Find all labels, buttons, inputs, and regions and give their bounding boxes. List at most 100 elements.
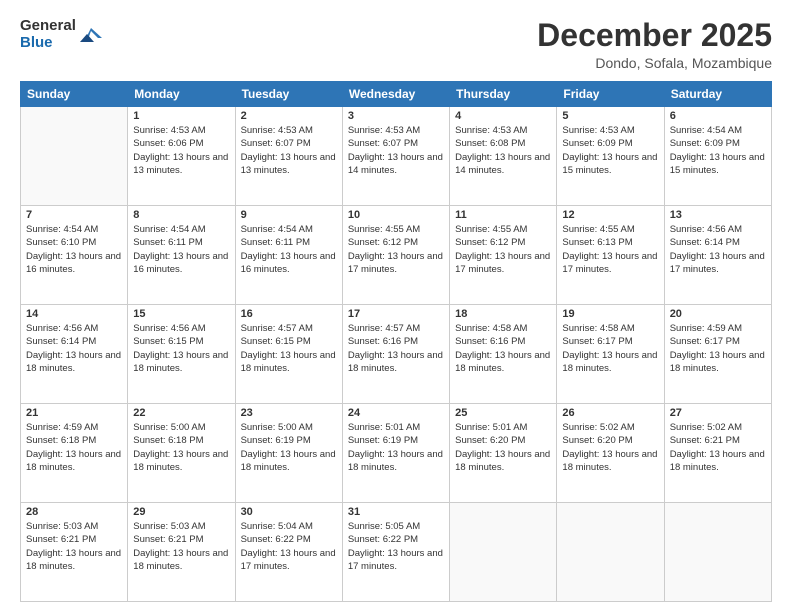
day-number: 21 bbox=[26, 407, 122, 419]
day-number: 29 bbox=[133, 506, 229, 518]
day-number: 18 bbox=[455, 308, 551, 320]
day-detail: Sunrise: 4:53 AMSunset: 6:07 PMDaylight:… bbox=[241, 125, 336, 176]
day-number: 12 bbox=[562, 209, 658, 221]
day-detail: Sunrise: 4:53 AMSunset: 6:06 PMDaylight:… bbox=[133, 125, 228, 176]
day-detail: Sunrise: 4:54 AMSunset: 6:10 PMDaylight:… bbox=[26, 224, 121, 275]
day-detail: Sunrise: 4:56 AMSunset: 6:14 PMDaylight:… bbox=[670, 224, 765, 275]
day-detail: Sunrise: 4:58 AMSunset: 6:16 PMDaylight:… bbox=[455, 323, 550, 374]
day-number: 5 bbox=[562, 110, 658, 122]
day-number: 8 bbox=[133, 209, 229, 221]
table-row: 21 Sunrise: 4:59 AMSunset: 6:18 PMDaylig… bbox=[21, 404, 128, 503]
day-detail: Sunrise: 5:04 AMSunset: 6:22 PMDaylight:… bbox=[241, 521, 336, 572]
day-number: 4 bbox=[455, 110, 551, 122]
table-row: 27 Sunrise: 5:02 AMSunset: 6:21 PMDaylig… bbox=[664, 404, 771, 503]
logo-blue-text: Blue bbox=[20, 35, 76, 52]
day-detail: Sunrise: 4:54 AMSunset: 6:11 PMDaylight:… bbox=[133, 224, 228, 275]
logo-general-text: General bbox=[20, 18, 76, 35]
day-detail: Sunrise: 4:59 AMSunset: 6:18 PMDaylight:… bbox=[26, 422, 121, 473]
day-number: 20 bbox=[670, 308, 766, 320]
day-number: 9 bbox=[241, 209, 337, 221]
page: General Blue December 2025 Dondo, Sofala… bbox=[0, 0, 792, 612]
header-sunday: Sunday bbox=[21, 82, 128, 107]
day-detail: Sunrise: 5:02 AMSunset: 6:20 PMDaylight:… bbox=[562, 422, 657, 473]
table-row: 14 Sunrise: 4:56 AMSunset: 6:14 PMDaylig… bbox=[21, 305, 128, 404]
table-row: 26 Sunrise: 5:02 AMSunset: 6:20 PMDaylig… bbox=[557, 404, 664, 503]
day-detail: Sunrise: 4:56 AMSunset: 6:15 PMDaylight:… bbox=[133, 323, 228, 374]
table-row: 20 Sunrise: 4:59 AMSunset: 6:17 PMDaylig… bbox=[664, 305, 771, 404]
table-row: 4 Sunrise: 4:53 AMSunset: 6:08 PMDayligh… bbox=[450, 107, 557, 206]
location-subtitle: Dondo, Sofala, Mozambique bbox=[537, 55, 772, 71]
day-detail: Sunrise: 4:54 AMSunset: 6:11 PMDaylight:… bbox=[241, 224, 336, 275]
day-detail: Sunrise: 5:03 AMSunset: 6:21 PMDaylight:… bbox=[133, 521, 228, 572]
day-detail: Sunrise: 4:59 AMSunset: 6:17 PMDaylight:… bbox=[670, 323, 765, 374]
day-detail: Sunrise: 5:01 AMSunset: 6:19 PMDaylight:… bbox=[348, 422, 443, 473]
table-row bbox=[450, 503, 557, 602]
table-row: 9 Sunrise: 4:54 AMSunset: 6:11 PMDayligh… bbox=[235, 206, 342, 305]
day-number: 7 bbox=[26, 209, 122, 221]
header-saturday: Saturday bbox=[664, 82, 771, 107]
table-row: 24 Sunrise: 5:01 AMSunset: 6:19 PMDaylig… bbox=[342, 404, 449, 503]
day-number: 28 bbox=[26, 506, 122, 518]
day-detail: Sunrise: 5:03 AMSunset: 6:21 PMDaylight:… bbox=[26, 521, 121, 572]
table-row: 18 Sunrise: 4:58 AMSunset: 6:16 PMDaylig… bbox=[450, 305, 557, 404]
day-detail: Sunrise: 5:05 AMSunset: 6:22 PMDaylight:… bbox=[348, 521, 443, 572]
day-number: 16 bbox=[241, 308, 337, 320]
header: General Blue December 2025 Dondo, Sofala… bbox=[20, 18, 772, 71]
table-row: 22 Sunrise: 5:00 AMSunset: 6:18 PMDaylig… bbox=[128, 404, 235, 503]
day-detail: Sunrise: 5:02 AMSunset: 6:21 PMDaylight:… bbox=[670, 422, 765, 473]
table-row: 12 Sunrise: 4:55 AMSunset: 6:13 PMDaylig… bbox=[557, 206, 664, 305]
table-row: 17 Sunrise: 4:57 AMSunset: 6:16 PMDaylig… bbox=[342, 305, 449, 404]
day-number: 31 bbox=[348, 506, 444, 518]
day-number: 13 bbox=[670, 209, 766, 221]
table-row: 6 Sunrise: 4:54 AMSunset: 6:09 PMDayligh… bbox=[664, 107, 771, 206]
table-row: 2 Sunrise: 4:53 AMSunset: 6:07 PMDayligh… bbox=[235, 107, 342, 206]
table-row bbox=[21, 107, 128, 206]
day-detail: Sunrise: 4:53 AMSunset: 6:09 PMDaylight:… bbox=[562, 125, 657, 176]
day-number: 15 bbox=[133, 308, 229, 320]
table-row: 19 Sunrise: 4:58 AMSunset: 6:17 PMDaylig… bbox=[557, 305, 664, 404]
header-monday: Monday bbox=[128, 82, 235, 107]
day-detail: Sunrise: 5:00 AMSunset: 6:18 PMDaylight:… bbox=[133, 422, 228, 473]
weekday-header-row: Sunday Monday Tuesday Wednesday Thursday… bbox=[21, 82, 772, 107]
day-number: 25 bbox=[455, 407, 551, 419]
table-row: 13 Sunrise: 4:56 AMSunset: 6:14 PMDaylig… bbox=[664, 206, 771, 305]
table-row: 16 Sunrise: 4:57 AMSunset: 6:15 PMDaylig… bbox=[235, 305, 342, 404]
day-number: 23 bbox=[241, 407, 337, 419]
table-row: 5 Sunrise: 4:53 AMSunset: 6:09 PMDayligh… bbox=[557, 107, 664, 206]
table-row: 28 Sunrise: 5:03 AMSunset: 6:21 PMDaylig… bbox=[21, 503, 128, 602]
day-detail: Sunrise: 4:57 AMSunset: 6:15 PMDaylight:… bbox=[241, 323, 336, 374]
day-detail: Sunrise: 4:55 AMSunset: 6:12 PMDaylight:… bbox=[348, 224, 443, 275]
calendar-row: 21 Sunrise: 4:59 AMSunset: 6:18 PMDaylig… bbox=[21, 404, 772, 503]
day-number: 30 bbox=[241, 506, 337, 518]
day-detail: Sunrise: 4:58 AMSunset: 6:17 PMDaylight:… bbox=[562, 323, 657, 374]
day-number: 26 bbox=[562, 407, 658, 419]
day-number: 1 bbox=[133, 110, 229, 122]
table-row: 7 Sunrise: 4:54 AMSunset: 6:10 PMDayligh… bbox=[21, 206, 128, 305]
table-row: 31 Sunrise: 5:05 AMSunset: 6:22 PMDaylig… bbox=[342, 503, 449, 602]
day-number: 14 bbox=[26, 308, 122, 320]
table-row: 25 Sunrise: 5:01 AMSunset: 6:20 PMDaylig… bbox=[450, 404, 557, 503]
day-detail: Sunrise: 4:54 AMSunset: 6:09 PMDaylight:… bbox=[670, 125, 765, 176]
header-thursday: Thursday bbox=[450, 82, 557, 107]
day-number: 10 bbox=[348, 209, 444, 221]
day-number: 27 bbox=[670, 407, 766, 419]
table-row: 10 Sunrise: 4:55 AMSunset: 6:12 PMDaylig… bbox=[342, 206, 449, 305]
month-title: December 2025 bbox=[537, 18, 772, 53]
header-friday: Friday bbox=[557, 82, 664, 107]
day-detail: Sunrise: 4:55 AMSunset: 6:13 PMDaylight:… bbox=[562, 224, 657, 275]
table-row: 3 Sunrise: 4:53 AMSunset: 6:07 PMDayligh… bbox=[342, 107, 449, 206]
calendar-table: Sunday Monday Tuesday Wednesday Thursday… bbox=[20, 81, 772, 602]
table-row: 23 Sunrise: 5:00 AMSunset: 6:19 PMDaylig… bbox=[235, 404, 342, 503]
table-row bbox=[664, 503, 771, 602]
day-detail: Sunrise: 4:53 AMSunset: 6:08 PMDaylight:… bbox=[455, 125, 550, 176]
day-number: 2 bbox=[241, 110, 337, 122]
table-row: 15 Sunrise: 4:56 AMSunset: 6:15 PMDaylig… bbox=[128, 305, 235, 404]
table-row: 1 Sunrise: 4:53 AMSunset: 6:06 PMDayligh… bbox=[128, 107, 235, 206]
table-row: 29 Sunrise: 5:03 AMSunset: 6:21 PMDaylig… bbox=[128, 503, 235, 602]
logo-icon bbox=[80, 24, 102, 46]
day-detail: Sunrise: 5:01 AMSunset: 6:20 PMDaylight:… bbox=[455, 422, 550, 473]
table-row: 11 Sunrise: 4:55 AMSunset: 6:12 PMDaylig… bbox=[450, 206, 557, 305]
calendar-row: 7 Sunrise: 4:54 AMSunset: 6:10 PMDayligh… bbox=[21, 206, 772, 305]
day-number: 22 bbox=[133, 407, 229, 419]
calendar-row: 1 Sunrise: 4:53 AMSunset: 6:06 PMDayligh… bbox=[21, 107, 772, 206]
